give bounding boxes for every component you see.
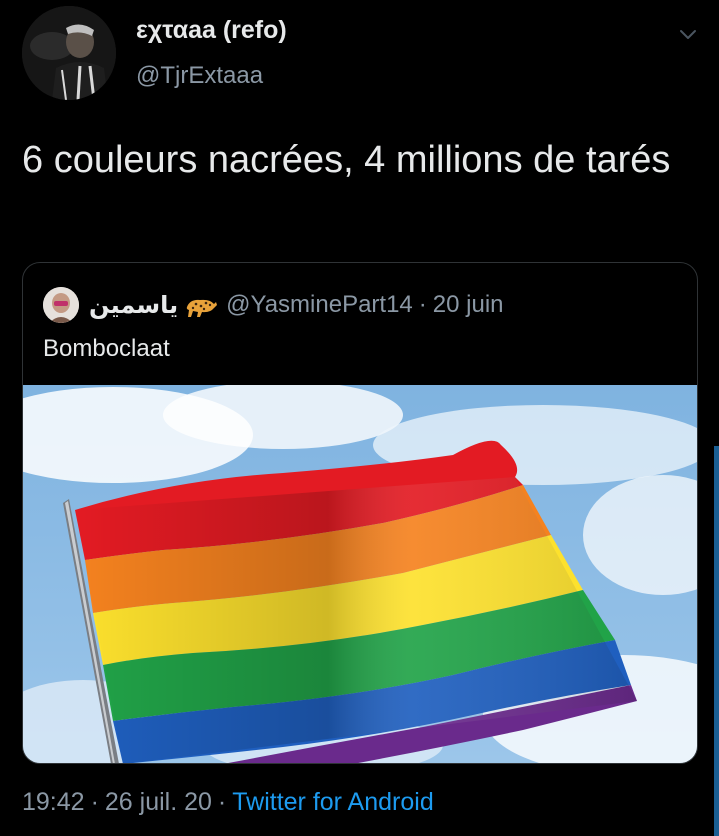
tweet-date[interactable]: 26 juil. 20 [105,788,212,816]
chevron-down-icon[interactable] [676,22,700,46]
author-avatar-photo [22,6,116,100]
quoted-author-handle[interactable]: @YasminePart14 [226,291,413,319]
author-handle[interactable]: @TjrExtaaa [136,62,263,90]
tweet-source-link[interactable]: Twitter for Android [232,788,433,816]
quoted-tweet-date[interactable]: 20 juin [433,291,504,319]
tweet-time[interactable]: 19:42 [22,788,85,816]
leopard-icon [184,291,218,319]
separator-dot: · [418,291,427,318]
quoted-author-display-name[interactable]: ياسمين [89,291,178,319]
scrollbar[interactable] [714,446,719,836]
quoted-tweet-card[interactable]: ياسمين @YasminePart14 · 20 juin Bombocla… [22,262,698,764]
quoted-tweet-text: Bomboclaat [43,335,170,362]
author-display-name[interactable]: εχταaa (refo) [136,16,287,45]
author-avatar[interactable] [22,6,116,100]
separator-dot: · [217,788,227,816]
tweet-meta: 19:42 · 26 juil. 20 · Twitter for Android [22,788,434,817]
quoted-author-avatar[interactable] [43,287,79,323]
tweet-text: 6 couleurs nacrées, 4 millions de tarés [22,139,671,181]
quoted-tweet-header: ياسمين @YasminePart14 · 20 juin [43,285,504,325]
separator-dot: · [90,788,99,816]
rainbow-flag-photo[interactable] [23,385,697,763]
